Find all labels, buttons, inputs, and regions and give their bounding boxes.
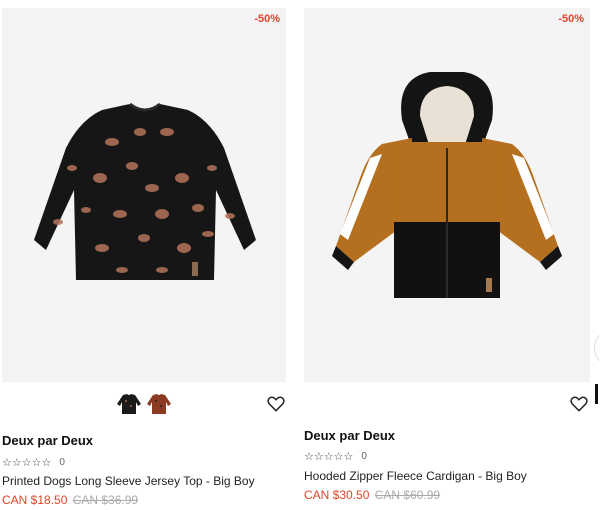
brand-name[interactable]: Deux par Deux	[304, 428, 395, 443]
price: CAN $30.50 CAN $60.99	[304, 488, 440, 502]
product-name[interactable]: Hooded Zipper Fleece Cardigan - Big Boy	[304, 469, 527, 483]
discount-badge: -50%	[558, 13, 584, 25]
discount-badge: -50%	[254, 13, 280, 25]
original-price: CAN $36.99	[72, 493, 139, 507]
heart-outline-icon[interactable]	[266, 394, 286, 414]
sale-price: CAN $30.50	[304, 488, 370, 502]
brand-name[interactable]: Deux par Deux	[2, 433, 93, 448]
rating: ☆☆☆☆☆ 0	[304, 450, 367, 463]
product-image[interactable]: -50%	[304, 8, 590, 382]
carousel-next-button[interactable]	[594, 334, 600, 362]
rating-count: 0	[59, 457, 65, 468]
scroll-indicator	[595, 384, 598, 404]
swatch-rust[interactable]	[146, 392, 172, 416]
product-image[interactable]: -50%	[2, 8, 286, 382]
star-outline-icon: ☆☆☆☆☆	[304, 450, 354, 463]
product-name[interactable]: Printed Dogs Long Sleeve Jersey Top - Bi…	[2, 474, 255, 488]
shirt-illustration	[34, 102, 256, 280]
sale-price: CAN $18.50	[2, 493, 68, 507]
heart-outline-icon[interactable]	[569, 394, 589, 414]
price: CAN $18.50 CAN $36.99	[2, 493, 138, 507]
color-swatches	[116, 392, 172, 416]
original-price: CAN $60.99	[374, 488, 441, 502]
rating: ☆☆☆☆☆ 0	[2, 456, 65, 469]
star-outline-icon: ☆☆☆☆☆	[2, 456, 52, 469]
rating-count: 0	[361, 451, 367, 462]
cardigan-illustration	[332, 72, 562, 298]
swatch-black[interactable]	[116, 392, 142, 416]
